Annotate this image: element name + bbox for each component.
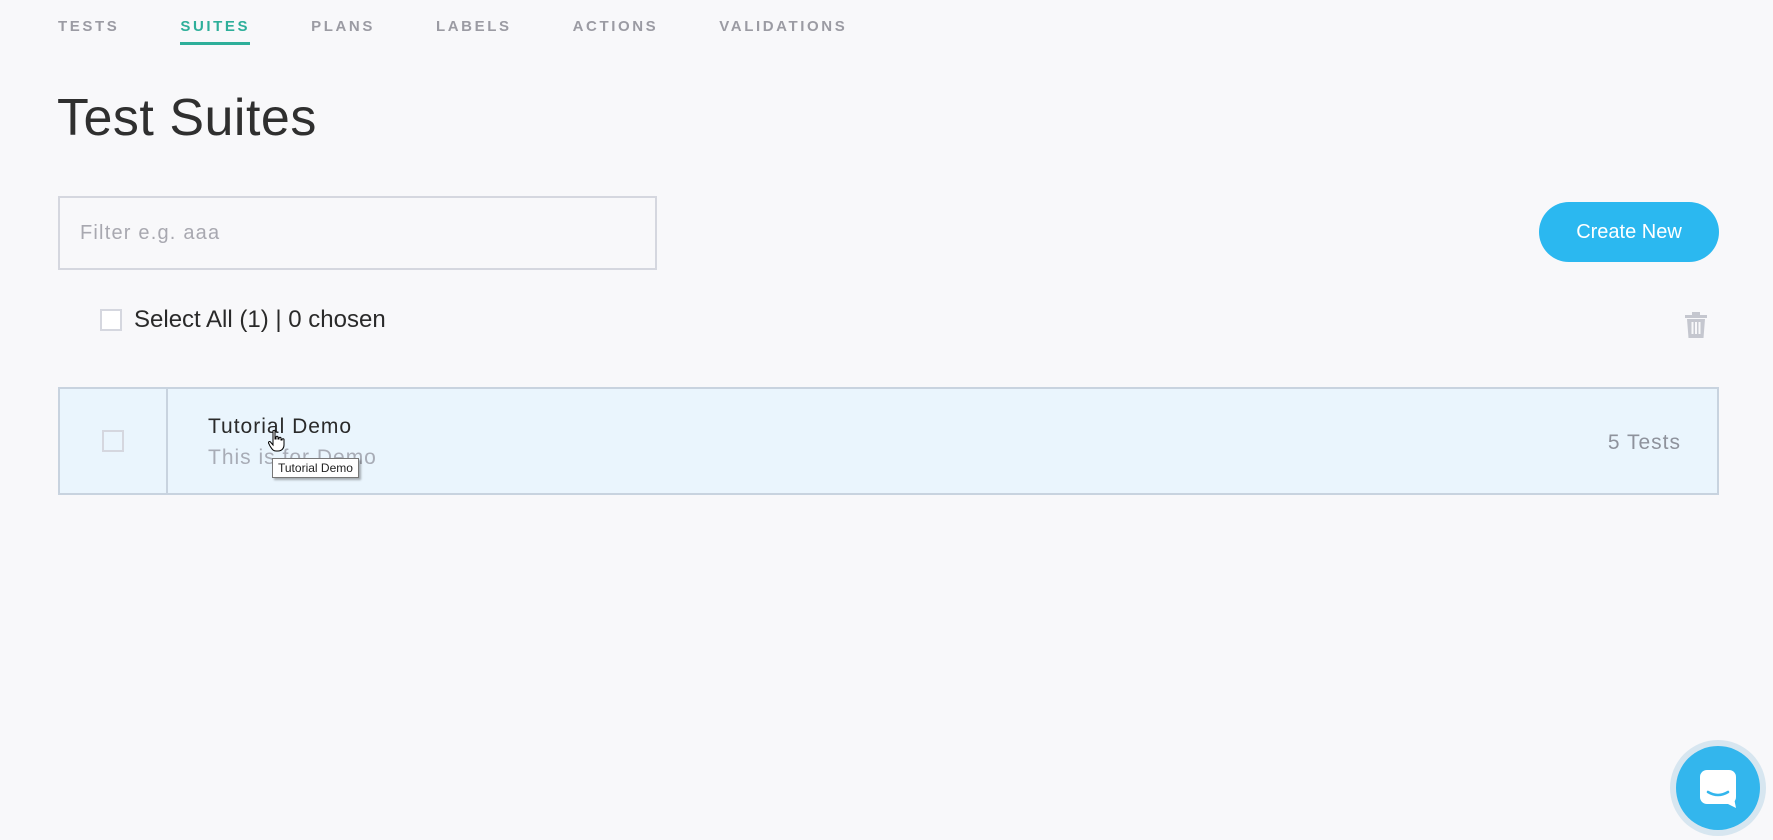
tab-tests[interactable]: TESTS <box>58 0 119 45</box>
row-checkbox[interactable] <box>102 430 124 452</box>
tooltip: Tutorial Demo <box>272 458 359 478</box>
top-nav: TESTS SUITES PLANS LABELS ACTIONS VALIDA… <box>58 0 908 45</box>
suite-row[interactable]: Tutorial Demo This is for Demo 5 Tests <box>58 387 1719 495</box>
tab-suites[interactable]: SUITES <box>180 0 251 45</box>
select-all-label: Select All (1) | 0 chosen <box>134 306 386 333</box>
hand-cursor-icon <box>267 429 286 452</box>
chat-button-circle[interactable] <box>1676 746 1760 830</box>
filter-input[interactable] <box>58 196 657 270</box>
create-new-button[interactable]: Create New <box>1539 202 1719 262</box>
page-title: Test Suites <box>57 89 317 147</box>
select-all-row: Select All (1) | 0 chosen <box>100 306 386 334</box>
tab-actions[interactable]: ACTIONS <box>573 0 659 45</box>
select-all-checkbox[interactable] <box>100 309 122 331</box>
tab-plans[interactable]: PLANS <box>311 0 375 45</box>
tab-labels[interactable]: LABELS <box>436 0 512 45</box>
suite-test-count: 5 Tests <box>1607 431 1681 454</box>
trash-icon[interactable] <box>1683 311 1709 339</box>
tab-validations[interactable]: VALIDATIONS <box>719 0 847 45</box>
chat-icon[interactable] <box>1670 740 1766 836</box>
row-check-cell <box>60 389 168 493</box>
